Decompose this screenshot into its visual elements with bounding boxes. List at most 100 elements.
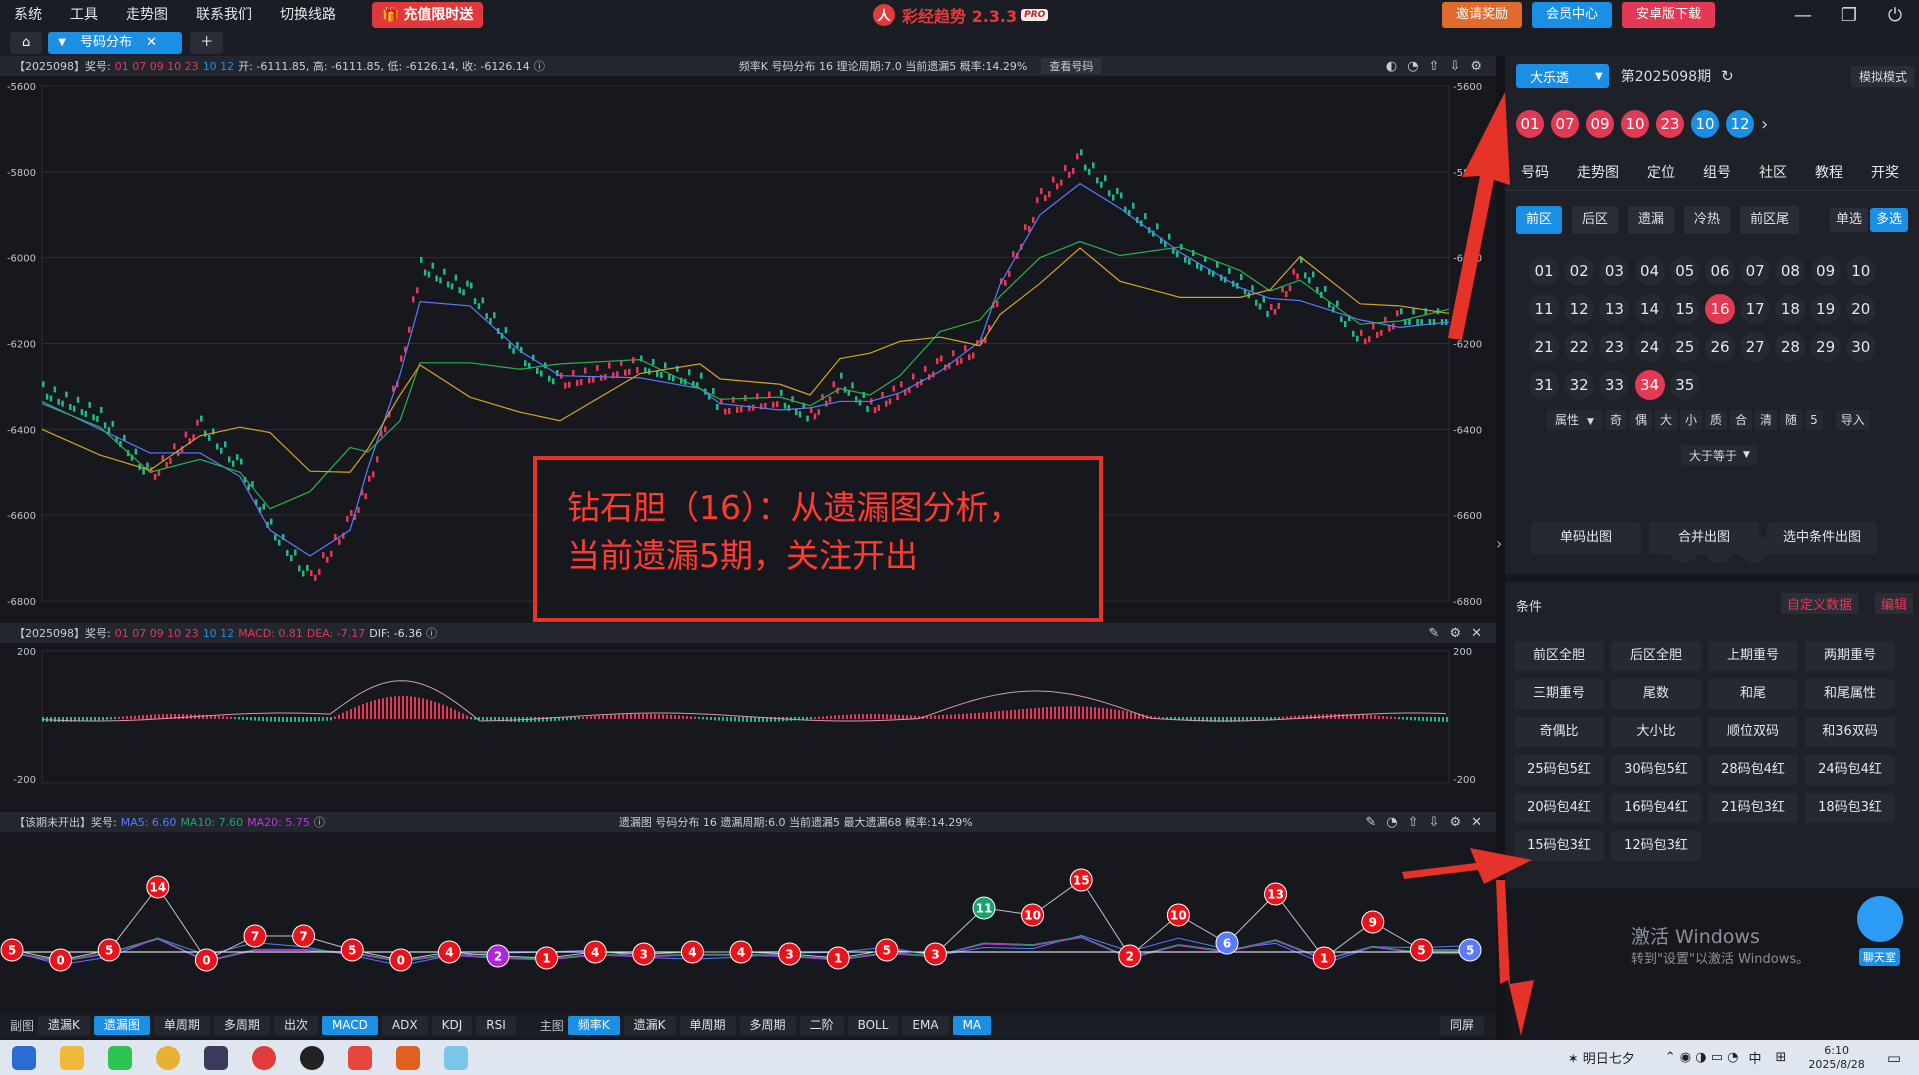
condition-button[interactable]: 两期重号 <box>1805 641 1895 671</box>
help-icon[interactable]: ⓘ <box>534 58 545 74</box>
tab-number-distribution[interactable]: ▼ 号码分布 ✕ <box>48 32 183 54</box>
omission-help-icon[interactable]: ⓘ <box>314 814 325 830</box>
condition-button[interactable]: 12码包3红 <box>1611 831 1701 861</box>
menu-contact[interactable]: 联系我们 <box>182 0 266 30</box>
condition-button[interactable]: 奇偶比 <box>1514 717 1604 747</box>
main-chart-btn-1[interactable]: 遗漏K <box>623 1016 676 1035</box>
omission-down-icon[interactable]: ⇩ <box>1429 815 1440 830</box>
condition-button[interactable]: 24码包4红 <box>1805 755 1895 785</box>
main-chart-btn-6[interactable]: EMA <box>902 1016 949 1035</box>
ime-indicator[interactable]: 中 <box>1748 1048 1761 1067</box>
condition-button[interactable]: 28码包4红 <box>1708 755 1798 785</box>
caijing-icon[interactable] <box>252 1045 276 1070</box>
condition-button[interactable]: 后区全胆 <box>1611 641 1701 671</box>
renko-brick <box>912 373 915 380</box>
condition-button[interactable]: 上期重号 <box>1708 641 1798 671</box>
close-icon[interactable]: ✕ <box>146 32 157 54</box>
collapse-icon[interactable]: › <box>1496 534 1502 553</box>
sub-chart-btn-7[interactable]: KDJ <box>431 1016 473 1035</box>
condition-button[interactable]: 三期重号 <box>1514 679 1604 709</box>
sub-chart-btn-6[interactable]: ADX <box>381 1016 428 1035</box>
main-chart-btn-3[interactable]: 多周期 <box>739 1016 796 1035</box>
main-chart-btn-4[interactable]: 二阶 <box>799 1016 844 1035</box>
sub-chart-btn-0[interactable]: 遗漏K <box>38 1016 90 1035</box>
panel-divider[interactable]: › <box>1496 56 1505 1040</box>
sync-screen-button[interactable]: 同屏 <box>1439 1016 1484 1035</box>
sub-chart-btn-2[interactable]: 单周期 <box>153 1016 210 1035</box>
qq-icon[interactable] <box>300 1045 324 1070</box>
condition-button[interactable]: 和尾属性 <box>1805 679 1895 709</box>
condition-button[interactable]: 25码包5红 <box>1514 755 1604 785</box>
tray-icons[interactable]: ⌃ ◉ ◑ ▭ ◔ <box>1665 1050 1739 1065</box>
clock[interactable]: 6:10 2025/8/28 <box>1808 1044 1864 1072</box>
member-center-button[interactable]: 会员中心 <box>1532 2 1613 28</box>
home-tab[interactable]: ⌂ <box>10 32 43 54</box>
sub-chart-btn-3[interactable]: 多周期 <box>213 1016 270 1035</box>
condition-button[interactable]: 和尾 <box>1708 679 1798 709</box>
condition-button[interactable]: 前区全胆 <box>1514 641 1604 671</box>
condition-button[interactable]: 15码包3红 <box>1514 831 1604 861</box>
main-chart-btn-5[interactable]: BOLL <box>847 1016 899 1035</box>
input-mode-icon[interactable]: ⊞ <box>1776 1050 1787 1065</box>
android-download-button[interactable]: 安卓版下载 <box>1622 2 1716 28</box>
power-icon[interactable]: ⏻ <box>1872 5 1918 26</box>
sub-chart-btn-4[interactable]: 出次 <box>273 1016 318 1035</box>
omission-settings-icon[interactable]: ⚙ <box>1449 815 1461 830</box>
file-explorer-icon[interactable] <box>60 1045 84 1070</box>
main-chart-btn-2[interactable]: 单周期 <box>679 1016 736 1035</box>
chart-tool-icon[interactable]: ◐ <box>1386 59 1397 74</box>
pin-icon[interactable]: ✎ <box>1429 626 1440 641</box>
menu-switch-line[interactable]: 切换线路 <box>266 0 350 30</box>
sub-chart-btn-5[interactable]: MACD <box>321 1016 378 1035</box>
menu-trend[interactable]: 走势图 <box>112 0 182 30</box>
condition-button[interactable]: 顺位双码 <box>1708 717 1798 747</box>
condition-button[interactable]: 21码包3红 <box>1708 793 1798 823</box>
restore-icon[interactable]: ❐ <box>1826 5 1872 26</box>
zoom-icon[interactable]: ◔ <box>1407 59 1418 74</box>
wps-icon[interactable] <box>348 1045 372 1070</box>
condition-button[interactable]: 和36双码 <box>1805 717 1895 747</box>
notification-icon[interactable]: ▭ <box>1887 1049 1901 1067</box>
sub-chart-btn-1[interactable]: 遗漏图 <box>93 1016 150 1035</box>
condition-button[interactable]: 30码包5红 <box>1611 755 1701 785</box>
condition-button[interactable]: 18码包3红 <box>1805 793 1895 823</box>
settings-icon[interactable]: ⚙ <box>1470 59 1482 74</box>
app-icon-grid[interactable] <box>396 1045 420 1070</box>
start-icon[interactable] <box>12 1045 36 1070</box>
condition-button[interactable]: 大小比 <box>1611 717 1701 747</box>
renko-brick <box>1144 213 1147 220</box>
omission-up-icon[interactable]: ⇧ <box>1408 815 1419 830</box>
app-icon-note[interactable] <box>444 1045 468 1070</box>
omission-pin-icon[interactable]: ✎ <box>1365 815 1376 830</box>
add-tab-button[interactable]: ＋ <box>190 32 224 54</box>
app-icon-wx[interactable] <box>204 1045 228 1070</box>
browser-icon[interactable] <box>156 1045 180 1070</box>
menu-tools[interactable]: 工具 <box>56 0 112 30</box>
recharge-button[interactable]: 🎁 充值限时送 <box>372 2 484 28</box>
condition-button[interactable]: 16码包4红 <box>1611 793 1701 823</box>
invite-button[interactable]: 邀请奖励 <box>1442 2 1523 28</box>
macd-bar <box>402 696 404 719</box>
main-chart-btn-0[interactable]: 频率K <box>567 1016 620 1035</box>
omission-zoom-icon[interactable]: ◔ <box>1386 815 1397 830</box>
sub-chart-btn-8[interactable]: RSI <box>476 1016 516 1035</box>
main-chart-btn-7[interactable]: MA <box>952 1016 992 1035</box>
omission-panel: 【该期未开出】奖号: MA5: 6.60 MA10: 7.60 MA20: 5.… <box>0 812 1496 1012</box>
chat-room-button[interactable]: 聊天室 <box>1859 948 1900 966</box>
macd-settings-icon[interactable]: ⚙ <box>1449 626 1461 641</box>
weather-widget[interactable]: ✶ 明日七夕 <box>1568 1048 1635 1067</box>
macd-bar <box>678 715 680 719</box>
renko-brick <box>232 460 235 467</box>
view-numbers-button[interactable]: 查看号码 <box>1041 58 1102 74</box>
minimize-icon[interactable]: — <box>1780 5 1826 26</box>
move-up-icon[interactable]: ⇧ <box>1429 59 1440 74</box>
condition-button[interactable]: 20码包4红 <box>1514 793 1604 823</box>
chat-bubble-icon[interactable] <box>1857 896 1903 942</box>
menu-system[interactable]: 系统 <box>0 0 56 30</box>
macd-close-icon[interactable]: ✕ <box>1471 626 1482 641</box>
move-down-icon[interactable]: ⇩ <box>1449 59 1460 74</box>
wechat-icon[interactable] <box>108 1045 132 1070</box>
macd-help-icon[interactable]: ⓘ <box>426 625 437 641</box>
condition-button[interactable]: 尾数 <box>1611 679 1701 709</box>
omission-close-icon[interactable]: ✕ <box>1471 815 1482 830</box>
